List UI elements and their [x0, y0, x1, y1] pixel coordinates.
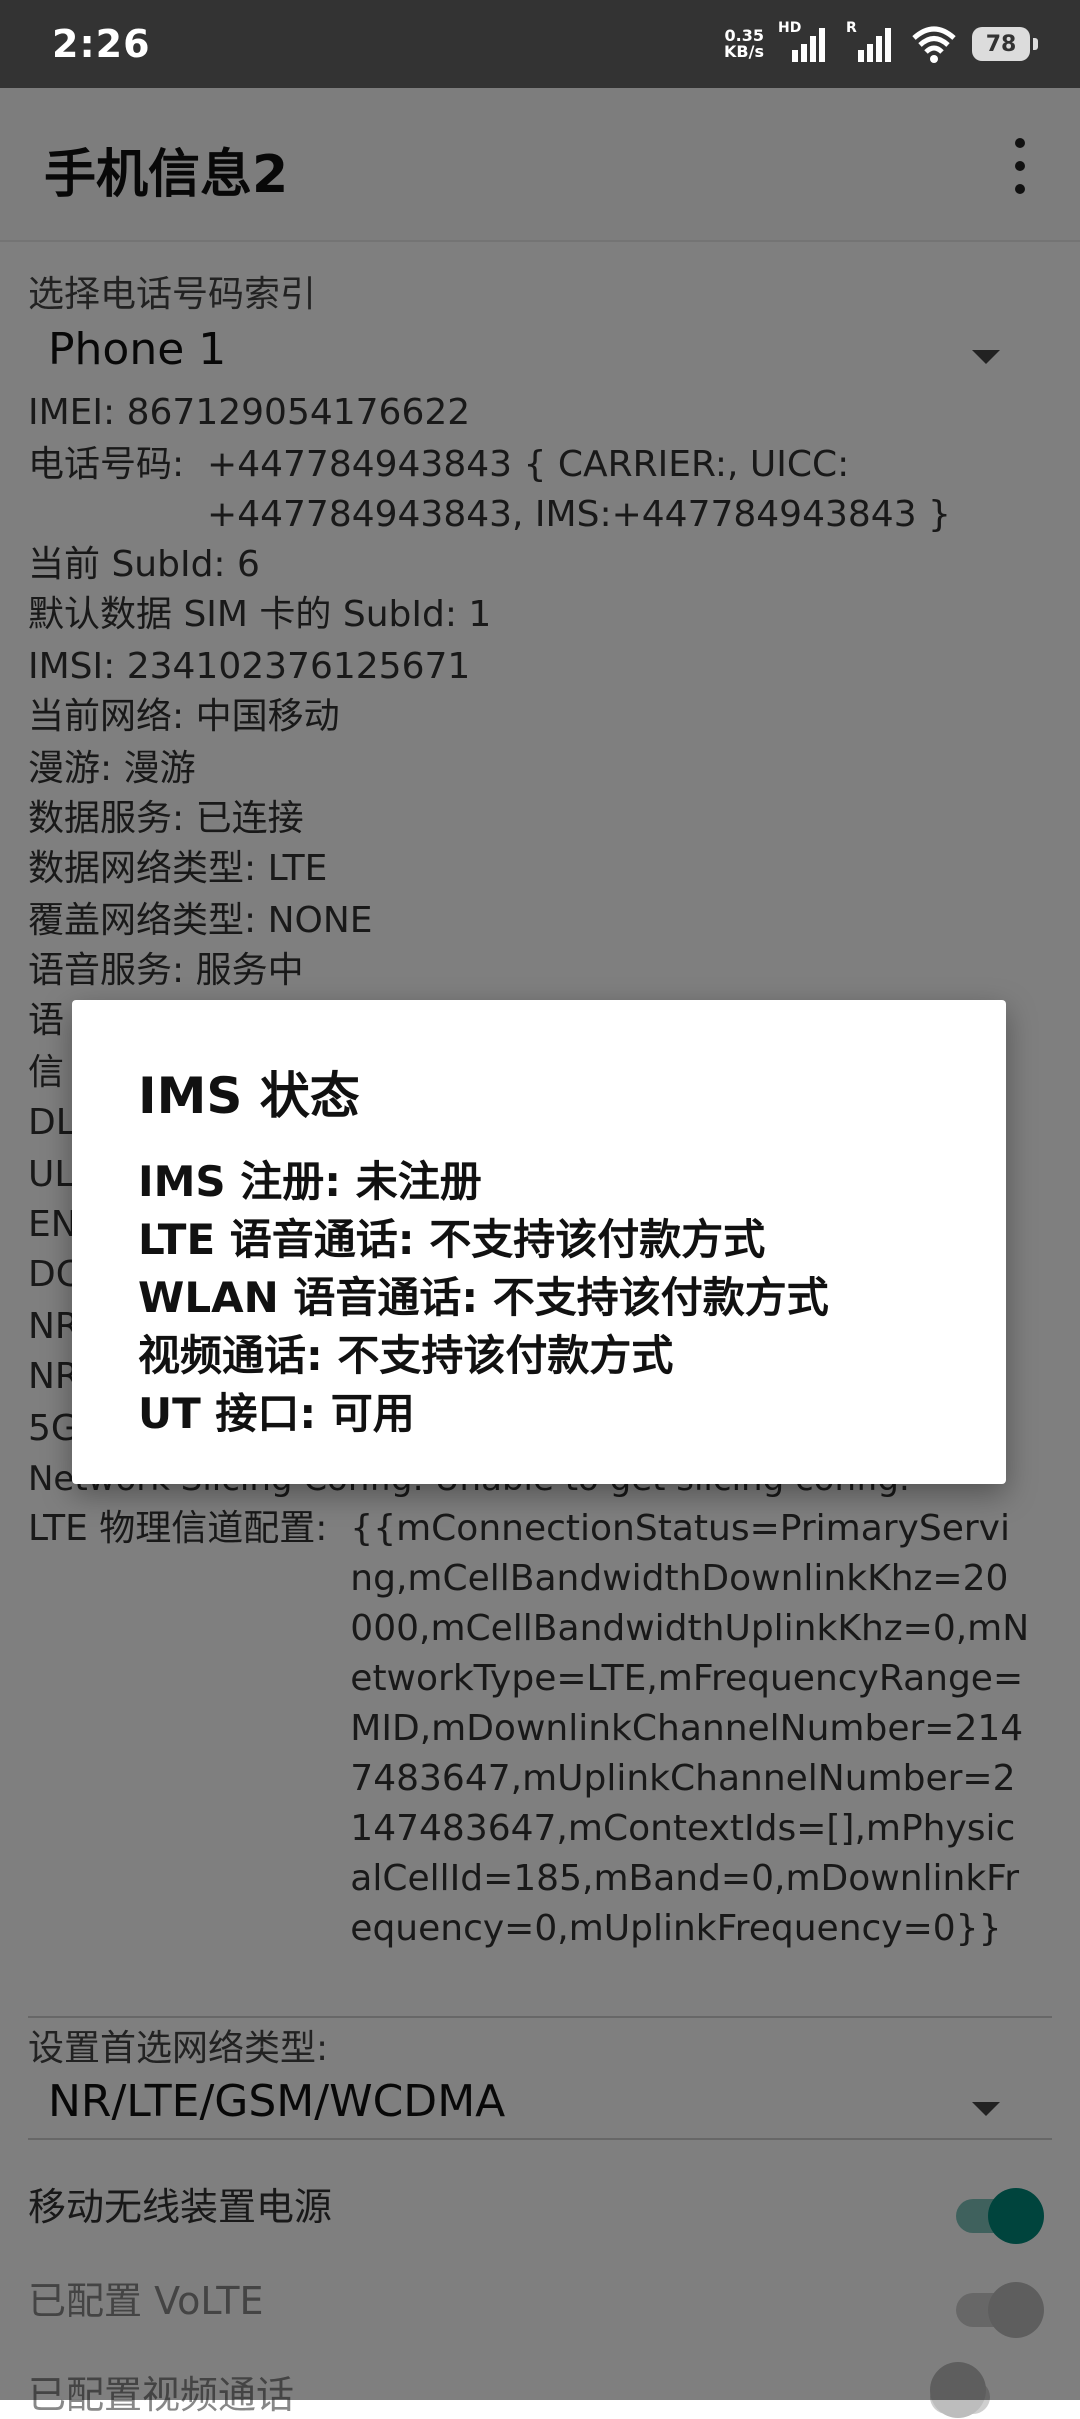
ut-interface-status: UT 接口: 可用 [138, 1389, 415, 1438]
ims-registration-status: IMS 注册: 未注册 [138, 1157, 482, 1206]
dialog-title: IMS 状态 [138, 1067, 360, 1125]
wlan-voice-status: WLAN 语音通话: 不支持该付款方式 [138, 1273, 829, 1322]
ims-status-dialog: IMS 状态 IMS 注册: 未注册 LTE 语音通话: 不支持该付款方式 WL… [72, 1000, 1006, 1484]
signal-icon-1: HD [778, 20, 830, 64]
wifi-icon [912, 26, 956, 63]
status-time: 2:26 [52, 22, 151, 66]
net-speed: 0.35 KB/s [724, 26, 764, 61]
signal-icon-2: R [844, 20, 896, 64]
lte-voice-status: LTE 语音通话: 不支持该付款方式 [138, 1215, 766, 1264]
battery-icon: 78 [972, 27, 1038, 61]
video-call-status: 视频通话: 不支持该付款方式 [138, 1331, 674, 1380]
status-bar: 2:26 0.35 KB/s HD R 78 [0, 0, 1080, 88]
status-icons: 0.35 KB/s HD R 78 [724, 20, 1038, 66]
